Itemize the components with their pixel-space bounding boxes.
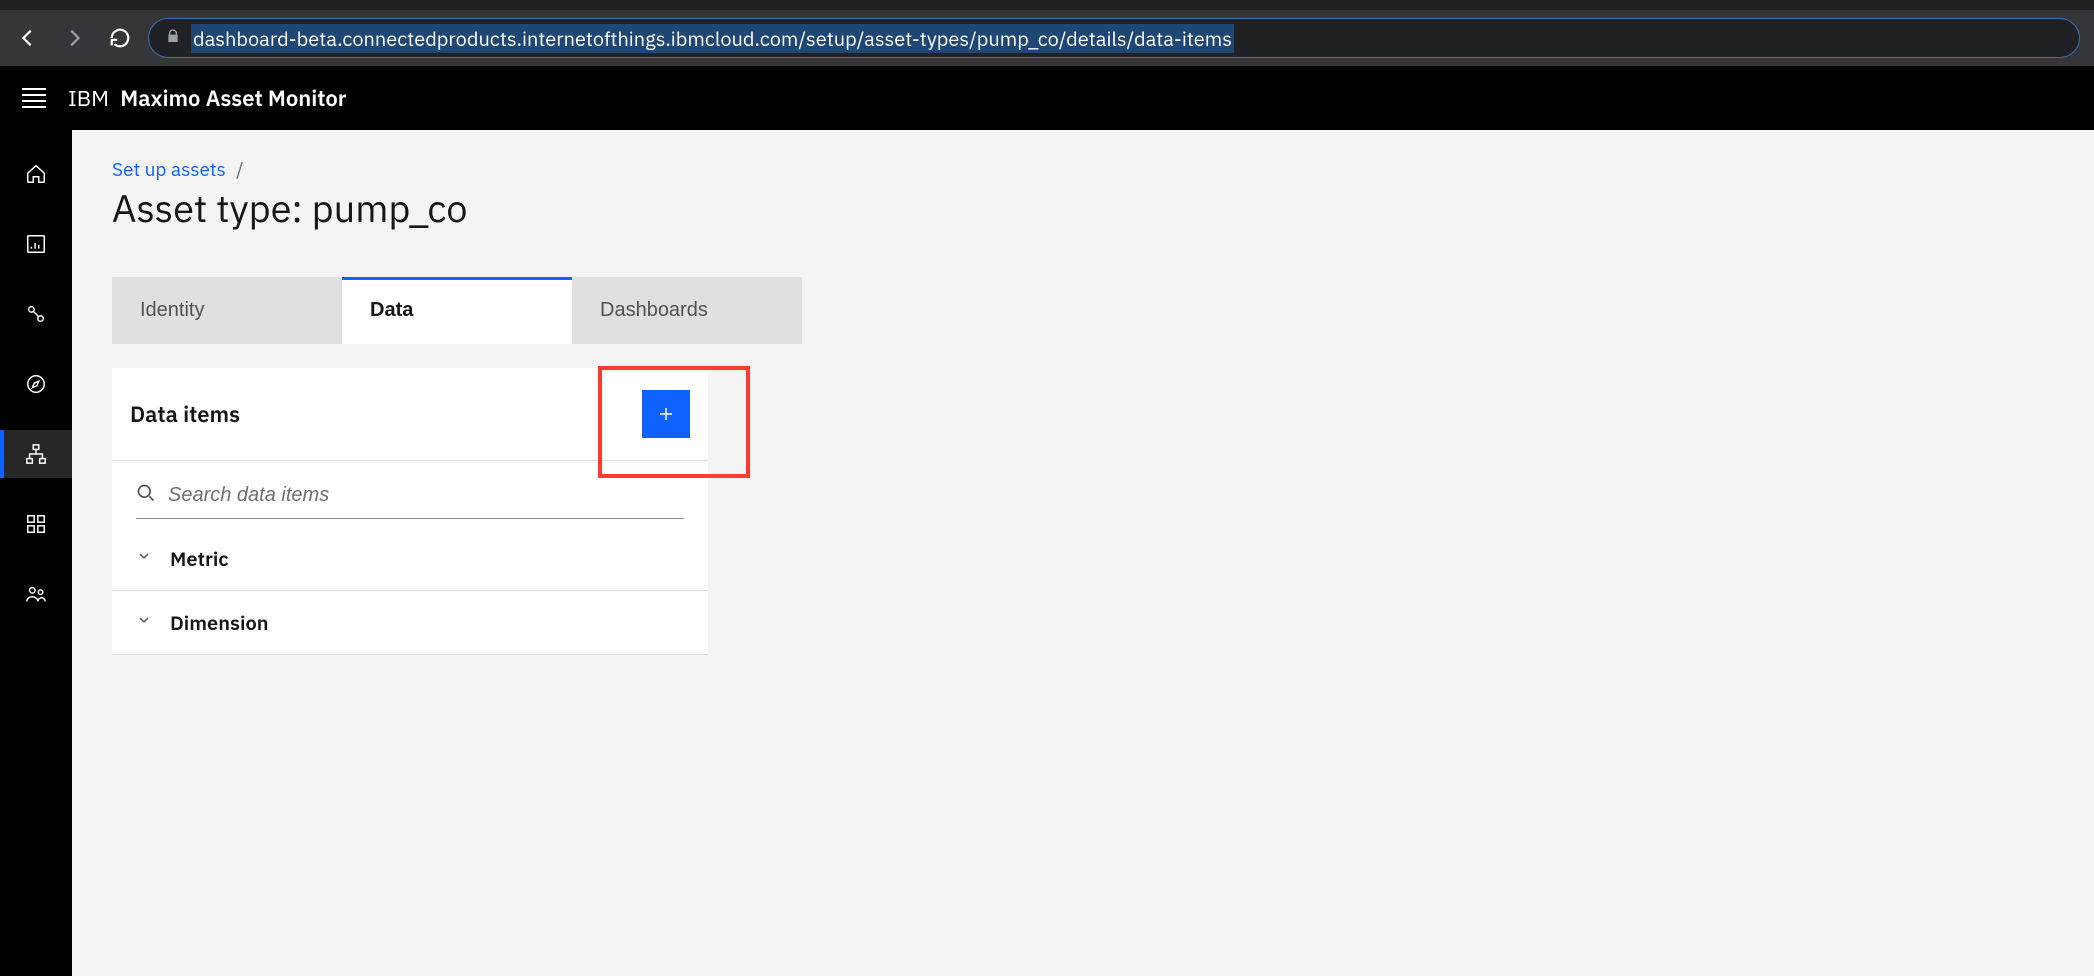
content: Set up assets / Asset type: pump_co Iden… <box>72 130 2094 976</box>
rail-home[interactable] <box>0 150 72 198</box>
lock-icon <box>165 28 181 49</box>
tabs: Identity Data Dashboards <box>112 277 2054 344</box>
tab-identity[interactable]: Identity <box>112 277 342 344</box>
menu-icon[interactable] <box>22 88 46 108</box>
chevron-down-icon <box>136 612 152 633</box>
home-icon <box>25 163 47 185</box>
data-icon <box>25 303 47 325</box>
search-input[interactable] <box>168 484 684 507</box>
page-title: Asset type: pump_co <box>112 184 2054 233</box>
back-button[interactable] <box>14 24 42 52</box>
breadcrumb-parent[interactable]: Set up assets <box>112 158 226 182</box>
compass-icon <box>25 373 47 395</box>
app-header: IBM Maximo Asset Monitor <box>0 66 2094 130</box>
category-metric[interactable]: Metric <box>112 527 708 591</box>
rail-apps[interactable] <box>0 500 72 548</box>
category-label: Dimension <box>170 609 268 636</box>
users-icon <box>25 583 47 605</box>
search-icon <box>136 483 156 508</box>
breadcrumb: Set up assets / <box>112 158 2054 182</box>
tab-dashboards[interactable]: Dashboards <box>572 277 802 344</box>
address-bar[interactable]: dashboard-beta.connectedproducts.interne… <box>148 18 2080 58</box>
reload-button[interactable] <box>106 24 134 52</box>
rail-dashboard[interactable] <box>0 220 72 268</box>
rail-setup[interactable] <box>0 430 72 478</box>
brand-product: Maximo Asset Monitor <box>120 84 346 113</box>
apps-icon <box>25 513 47 535</box>
category-dimension[interactable]: Dimension <box>112 591 708 655</box>
breadcrumb-sep: / <box>236 158 243 182</box>
url-text: dashboard-beta.connectedproducts.interne… <box>191 24 1234 53</box>
tab-data[interactable]: Data <box>342 277 572 344</box>
brand: IBM Maximo Asset Monitor <box>68 84 346 113</box>
rail-explore[interactable] <box>0 360 72 408</box>
hierarchy-icon <box>25 443 47 465</box>
rail-data[interactable] <box>0 290 72 338</box>
forward-button[interactable] <box>60 24 88 52</box>
panel-heading: Data items <box>130 400 240 429</box>
category-label: Metric <box>170 545 229 572</box>
search-row <box>136 477 684 519</box>
side-rail <box>0 130 72 976</box>
chevron-down-icon <box>136 548 152 569</box>
dashboard-icon <box>25 233 47 255</box>
rail-users[interactable] <box>0 570 72 618</box>
browser-toolbar: dashboard-beta.connectedproducts.interne… <box>0 10 2094 66</box>
add-data-item-button[interactable] <box>642 390 690 438</box>
data-items-panel: Data items Metric <box>112 368 708 655</box>
brand-prefix: IBM <box>68 84 109 113</box>
